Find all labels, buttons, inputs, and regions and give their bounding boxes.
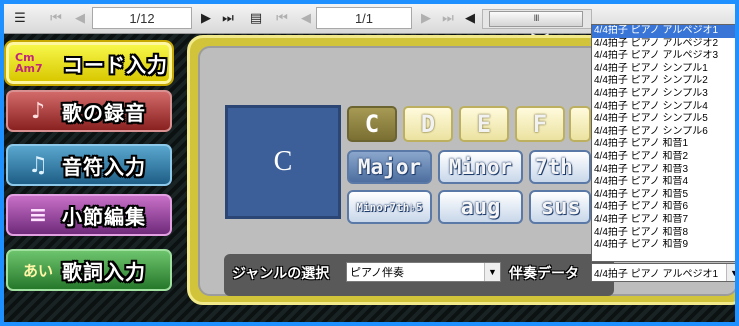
scroll-thumb[interactable]: III xyxy=(489,11,583,27)
app-window: ☰ ⏮ ◀ 1/12 ▶ ⏭ ▤ ⏮ ◀ 1/1 ▶ ⏭ ◀ III ︾ Cm … xyxy=(0,0,739,326)
quality-minor7thb5[interactable]: Minor7th♭5 xyxy=(347,190,432,224)
first-section-icon[interactable]: ⏮ xyxy=(272,7,292,29)
current-chord-display: C xyxy=(225,105,341,219)
dropdown-option[interactable]: 4/4拍子 ピアノ アルペジオ2 xyxy=(592,38,735,51)
music-notes-icon: ♫ xyxy=(28,152,48,178)
accompaniment-select[interactable]: 4/4拍子 ピアノ アルペジオ1 ▼ xyxy=(591,263,735,282)
document-icon[interactable]: ▤ xyxy=(246,7,266,29)
scroll-left-icon[interactable]: ◀ xyxy=(460,7,480,29)
page-counter-2: 1/1 xyxy=(316,7,412,29)
chevron-down-icon[interactable]: ▼ xyxy=(726,264,735,281)
dropdown-option[interactable]: 4/4拍子 ピアノ シンプル5 xyxy=(592,113,735,126)
staff-icon: ≡ xyxy=(28,202,48,228)
quality-sus[interactable]: sus xyxy=(529,190,591,224)
quality-7th[interactable]: 7th xyxy=(529,150,591,184)
last-page-icon[interactable]: ⏭ xyxy=(218,7,238,29)
menu-measure-edit[interactable]: ≡ 小節編集 xyxy=(6,194,172,236)
dropdown-option[interactable]: 4/4拍子 ピアノ 和音6 xyxy=(592,201,735,214)
first-page-icon[interactable]: ⏮ xyxy=(46,7,66,29)
dropdown-option[interactable]: 4/4拍子 ピアノ シンプル3 xyxy=(592,88,735,101)
microphone-icon: ♪ xyxy=(30,98,46,124)
dropdown-option[interactable]: 4/4拍子 ピアノ シンプル1 xyxy=(592,63,735,76)
genre-label: ジャンルの選択 xyxy=(232,266,330,282)
menu-chord-input-label: コード入力 xyxy=(63,52,168,77)
dropdown-option[interactable]: 4/4拍子 ピアノ 和音2 xyxy=(592,151,735,164)
prev-section-icon[interactable]: ◀ xyxy=(296,7,316,29)
root-key-f[interactable]: F xyxy=(515,106,565,142)
accompaniment-select-value: 4/4拍子 ピアノ アルペジオ1 xyxy=(594,269,719,280)
accompaniment-data-label: 伴奏データ xyxy=(509,266,579,282)
dropdown-option[interactable]: 4/4拍子 ピアノ シンプル6 xyxy=(592,126,735,139)
accompaniment-dropdown-list[interactable]: 4/4拍子 ピアノ アルペジオ1 4/4拍子 ピアノ アルペジオ2 4/4拍子 … xyxy=(591,24,735,262)
dropdown-option[interactable]: 4/4拍子 ピアノ シンプル4 xyxy=(592,101,735,114)
next-section-icon[interactable]: ▶ xyxy=(416,7,436,29)
dropdown-option[interactable]: 4/4拍子 ピアノ 和音5 xyxy=(592,189,735,202)
root-key-e[interactable]: E xyxy=(459,106,509,142)
genre-select[interactable]: ピアノ伴奏 ▼ xyxy=(346,262,501,282)
quality-aug[interactable]: aug xyxy=(438,190,523,224)
quality-major[interactable]: Major xyxy=(347,150,432,184)
root-key-c[interactable]: C xyxy=(347,106,397,142)
dropdown-option[interactable]: 4/4拍子 ピアノ 和音3 xyxy=(592,164,735,177)
prev-page-icon[interactable]: ◀ xyxy=(70,7,90,29)
root-key-g[interactable] xyxy=(569,106,591,142)
last-section-icon[interactable]: ⏭ xyxy=(438,7,458,29)
menu-record-song-label: 歌の録音 xyxy=(62,100,146,125)
menu-measure-edit-label: 小節編集 xyxy=(62,204,146,229)
dropdown-option[interactable]: 4/4拍子 ピアノ 和音4 xyxy=(592,176,735,189)
menu-lyrics-input[interactable]: あい 歌詞入力 xyxy=(6,249,172,291)
next-page-icon[interactable]: ▶ xyxy=(196,7,216,29)
dropdown-option[interactable]: 4/4拍子 ピアノ 和音1 xyxy=(592,138,735,151)
menu-chord-input[interactable]: Cm Am7 コード入力 xyxy=(6,42,172,84)
page-counter-1: 1/12 xyxy=(92,7,192,29)
dropdown-option[interactable]: 4/4拍子 ピアノ シンプル2 xyxy=(592,75,735,88)
menu-note-input-label: 音符入力 xyxy=(62,154,146,179)
dropdown-option[interactable]: 4/4拍子 ピアノ アルペジオ1 xyxy=(592,25,735,38)
chord-icon: Cm Am7 xyxy=(15,51,43,75)
menu-note-input[interactable]: ♫ 音符入力 xyxy=(6,144,172,186)
horizontal-scrollbar[interactable]: III xyxy=(482,9,592,29)
menu-record-song[interactable]: ♪ 歌の録音 xyxy=(6,90,172,132)
menu-lyrics-input-label: 歌詞入力 xyxy=(62,259,146,284)
menu-icon[interactable]: ☰ xyxy=(10,7,30,29)
lyrics-icon: あい xyxy=(22,261,53,280)
dropdown-option[interactable]: 4/4拍子 ピアノ 和音9 xyxy=(592,239,735,252)
chevron-down-icon[interactable]: ▼ xyxy=(484,263,500,281)
dropdown-option[interactable]: 4/4拍子 ピアノ 和音8 xyxy=(592,227,735,240)
dropdown-option[interactable]: 4/4拍子 ピアノ 和音7 xyxy=(592,214,735,227)
genre-select-value: ピアノ伴奏 xyxy=(350,267,405,279)
root-key-d[interactable]: D xyxy=(403,106,453,142)
dropdown-option[interactable]: 4/4拍子 ピアノ アルペジオ3 xyxy=(592,50,735,63)
quality-minor[interactable]: Minor xyxy=(438,150,523,184)
